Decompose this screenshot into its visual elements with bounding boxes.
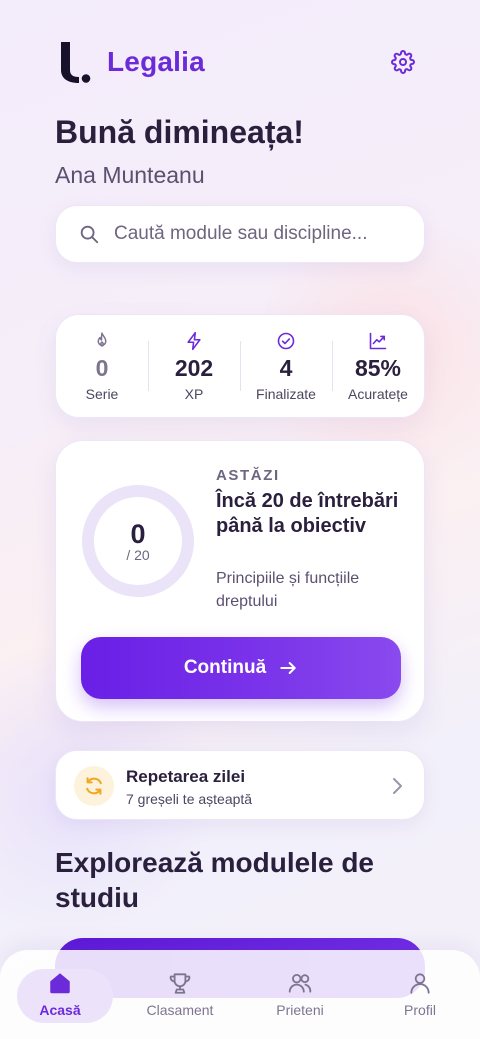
stat-value: 85% (354, 354, 402, 381)
stat-label: Serie (85, 385, 119, 402)
daily-review-card[interactable]: Repetarea zilei 7 greșeli te așteaptă (55, 750, 425, 820)
stat-value: 202 (174, 354, 214, 381)
tab-label: Acasă (39, 1002, 81, 1018)
continue-button[interactable]: Continuă (81, 637, 401, 699)
users-icon (288, 973, 312, 993)
goal-subject: Principiile și funcțiile dreptului (216, 570, 360, 610)
greeting-title: Bună dimineața! (55, 114, 304, 150)
gear-icon (391, 50, 415, 74)
stat-label: XP (184, 385, 204, 402)
goal-title: Încă 20 de întrebări până la obiectiv (216, 490, 399, 537)
trophy-icon (169, 973, 191, 994)
stats-card: 0 Serie 202 XP 4 Finalizate 85% Acurateț… (55, 314, 425, 418)
section-title: Explorează modulele de studiu (55, 847, 374, 913)
search-icon (80, 225, 99, 244)
tab-label: Prieteni (276, 1002, 324, 1018)
tab-label: Profil (404, 1002, 436, 1018)
search-input[interactable] (114, 223, 414, 245)
bottom-tab-bar: Acasă Clasament Prieteni Profil (0, 950, 480, 1039)
stat-streak: 0 Serie (56, 315, 148, 417)
tab-home[interactable]: Acasă (5, 950, 115, 1039)
settings-button[interactable] (381, 40, 425, 84)
app-header: Legalia (55, 40, 425, 84)
stat-label: Acuratețe (348, 385, 408, 402)
stat-completed: 4 Finalizate (240, 315, 332, 417)
legalia-logo-icon (61, 42, 91, 83)
user-icon (410, 973, 430, 994)
goal-count: 0 (130, 519, 146, 549)
tab-label: Clasament (146, 1002, 214, 1018)
user-name: Ana Munteanu (55, 162, 205, 188)
goal-total: / 20 (126, 547, 150, 563)
stat-accuracy: 85% Acuratețe (332, 315, 424, 417)
lightning-icon (187, 331, 201, 350)
stat-label: Finalizate (256, 385, 316, 402)
check-circle-icon (277, 332, 295, 349)
daily-goal-card: 0 / 20 ASTĂZI Încă 20 de întrebări până … (55, 440, 425, 722)
tab-profile[interactable]: Profil (365, 950, 475, 1039)
review-subtitle: 7 greșeli te așteaptă (126, 791, 253, 807)
stat-value: 4 (279, 354, 293, 381)
refresh-icon (74, 766, 114, 806)
search-bar[interactable] (55, 205, 425, 263)
trend-chart-icon (369, 332, 387, 349)
continue-label: Continuă (183, 657, 267, 678)
chevron-right-icon (393, 778, 402, 794)
stat-xp: 202 XP (148, 315, 240, 417)
arrow-right-icon (278, 658, 298, 678)
flame-icon (97, 331, 107, 347)
home-icon (50, 973, 70, 994)
tab-leaderboard[interactable]: Clasament (125, 950, 235, 1039)
goal-eyebrow: ASTĂZI (216, 467, 280, 484)
tab-friends[interactable]: Prieteni (245, 950, 355, 1039)
review-title: Repetarea zilei (126, 767, 246, 786)
stat-value: 0 (95, 354, 109, 381)
app-name: Legalia (107, 46, 205, 77)
